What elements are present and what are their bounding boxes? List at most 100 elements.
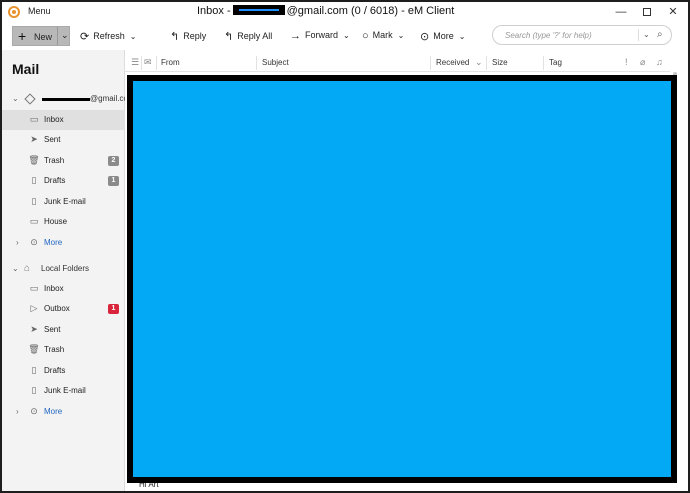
app-window: Menu Inbox - @gmail.com (0 / 6018) - eM C… (0, 0, 690, 493)
toolbar: + New ⌄ ⟳ Refresh ⌄ ↰ Reply ↰ Reply All → For… (2, 22, 688, 50)
send-icon: ➤ (30, 324, 38, 334)
outbox-icon: ▷ (30, 303, 38, 313)
column-separator (486, 56, 487, 70)
unread-count-badge: 1 (108, 304, 119, 314)
importance-icon[interactable]: ! (625, 57, 628, 67)
trash-icon: 🗑 (28, 344, 40, 354)
more-button[interactable]: ⊙ More ⌄ (420, 30, 465, 43)
collapse-chevron-icon[interactable]: ⌄ (12, 264, 19, 273)
menu-button[interactable]: Menu (28, 6, 51, 16)
sidebar-item-label: Inbox (44, 284, 64, 293)
local-folders-label: Local Folders (41, 264, 90, 273)
thread-icon[interactable]: ☰ (131, 57, 139, 68)
expand-chevron-icon[interactable]: › (16, 238, 19, 247)
attachment-icon[interactable]: ⌀ (640, 57, 645, 68)
new-button[interactable]: + New ⌄ (12, 26, 70, 46)
refresh-label: Refresh (93, 31, 125, 41)
column-size[interactable]: Size (492, 58, 508, 67)
sidebar-item-label: Trash (44, 345, 65, 354)
message-list-header: ☰ ✉ From Subject Received ⌄ Size Tag ! ⌀… (125, 54, 670, 72)
title-bar: Menu Inbox - @gmail.com (0 / 6018) - eM C… (2, 2, 688, 22)
reply-icon: ↰ (170, 31, 180, 43)
chevron-down-icon: ⌄ (458, 32, 466, 41)
folder-icon: ▭ (29, 216, 39, 226)
reply-all-icon: ↰ (224, 31, 234, 43)
sidebar-item-local-junk[interactable]: ▯ Junk E-mail (2, 381, 124, 401)
more-icon: ⊙ (30, 406, 38, 416)
envelope-icon[interactable]: ✉ (144, 57, 152, 68)
search-input[interactable]: Search (type '?' for help) ⌄ ⌕ (492, 25, 672, 45)
refresh-button[interactable]: ⟳ Refresh ⌄ (80, 30, 136, 43)
maximize-button[interactable] (634, 4, 660, 20)
inbox-icon: ▭ (29, 283, 39, 293)
junk-icon: ▯ (31, 196, 37, 206)
sidebar-item-local-drafts[interactable]: ▯ Drafts (2, 361, 124, 381)
more-label: More (433, 31, 454, 41)
search-icon[interactable]: ⌕ (657, 29, 663, 40)
sidebar-item-label: Outbox (44, 304, 70, 313)
sidebar-item-label: Junk E-mail (44, 197, 86, 206)
column-separator (156, 56, 157, 70)
sidebar-item-local-sent[interactable]: ➤ Sent (2, 320, 124, 340)
sidebar-item-label: Inbox (44, 115, 64, 124)
search-options-chevron-icon[interactable]: ⌄ (643, 30, 650, 39)
sidebar-item-more[interactable]: › ⊙ More (2, 233, 124, 253)
column-from[interactable]: From (161, 58, 180, 67)
title-prefix: Inbox - (197, 5, 231, 17)
reply-all-label: Reply All (237, 31, 273, 41)
column-subject[interactable]: Subject (262, 58, 289, 67)
chevron-down-icon: ⌄ (343, 31, 350, 40)
junk-icon: ▯ (31, 385, 37, 395)
forward-icon: → (290, 30, 301, 42)
reminder-bell-icon[interactable]: ♫ (656, 57, 663, 67)
local-folders-header[interactable]: ⌄ ⌂ Local Folders (2, 260, 124, 278)
em-client-logo-icon[interactable] (8, 6, 20, 18)
plus-icon: + (18, 28, 27, 44)
chevron-down-icon: ⌄ (397, 31, 405, 40)
reply-all-button[interactable]: ↰ Reply All (224, 30, 272, 43)
sidebar-item-label: Drafts (44, 176, 66, 185)
sidebar-item-label: Drafts (44, 366, 66, 375)
sidebar-item-local-more[interactable]: › ⊙ More (2, 402, 124, 422)
sidebar-item-label: House (44, 217, 68, 226)
column-received[interactable]: Received (436, 58, 469, 67)
close-button[interactable]: ✕ (660, 4, 686, 20)
sidebar-item-sent[interactable]: ➤ Sent (2, 130, 124, 150)
sidebar-item-junk[interactable]: ▯ Junk E-mail (2, 192, 124, 212)
sidebar-item-inbox[interactable]: ▭ Inbox (2, 110, 124, 130)
refresh-icon: ⟳ (80, 31, 90, 43)
mark-button[interactable]: ○ Mark ⌄ (362, 30, 404, 42)
sidebar-item-label: More (44, 238, 63, 247)
sidebar-title: Mail (12, 61, 40, 77)
column-separator (256, 56, 257, 70)
sidebar-item-label: Sent (44, 135, 61, 144)
reply-label: Reply (183, 31, 207, 41)
new-dropdown-chevron-icon[interactable]: ⌄ (61, 30, 69, 41)
minimize-button[interactable]: — (608, 4, 634, 20)
column-separator (141, 56, 142, 70)
expand-chevron-icon[interactable]: › (16, 407, 19, 416)
unread-count-badge: 2 (108, 156, 119, 166)
collapse-chevron-icon[interactable]: ⌄ (12, 94, 19, 103)
mark-circle-icon: ○ (362, 30, 369, 42)
account-header[interactable]: ⌄ @gmail.com (12, 93, 135, 108)
sidebar-item-house[interactable]: ▭ House (2, 212, 124, 232)
sidebar-item-local-inbox[interactable]: ▭ Inbox (2, 279, 124, 299)
maximize-icon (643, 8, 651, 17)
redaction-overlay (127, 75, 677, 483)
split-divider (57, 27, 58, 45)
send-icon: ➤ (30, 134, 38, 144)
column-tag[interactable]: Tag (549, 58, 562, 67)
window-title: Inbox - @gmail.com (0 / 6018) - eM Client (197, 5, 454, 17)
title-suffix: @gmail.com (0 / 6018) - eM Client (286, 5, 455, 17)
redacted-account-name (42, 98, 90, 101)
sidebar-item-outbox[interactable]: ▷ Outbox 1 (2, 299, 124, 319)
column-separator (543, 56, 544, 70)
sidebar-item-local-trash[interactable]: 🗑 Trash (2, 340, 124, 360)
sidebar-item-trash[interactable]: 🗑 Trash 2 (2, 151, 124, 171)
forward-button[interactable]: → Forward ⌄ (290, 30, 350, 42)
sidebar-item-drafts[interactable]: ▯ Drafts 1 (2, 171, 124, 191)
reply-button[interactable]: ↰ Reply (170, 30, 206, 43)
mark-label: Mark (372, 30, 393, 40)
forward-label: Forward (305, 30, 339, 40)
